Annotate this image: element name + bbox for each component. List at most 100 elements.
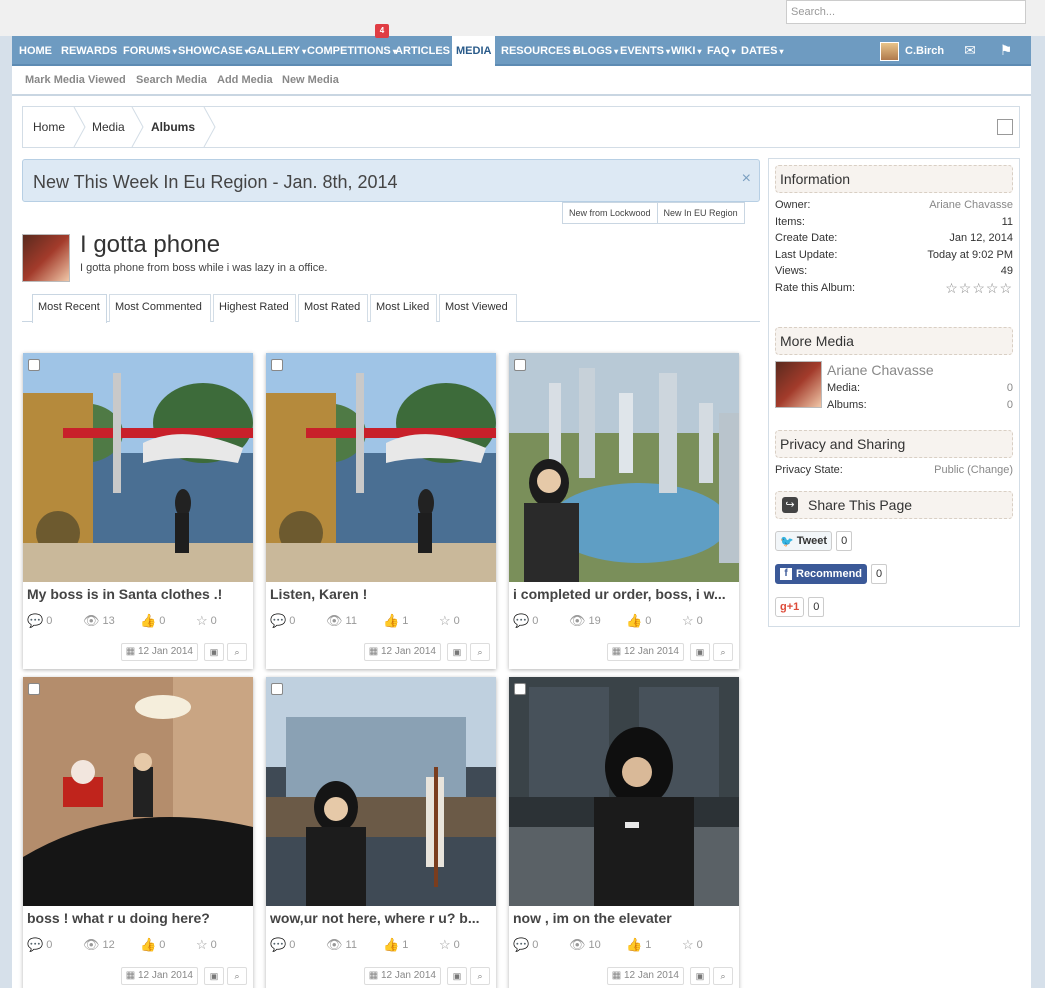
zoom-icon[interactable]: ⌕ (713, 967, 733, 985)
nav-item-showcase[interactable]: SHOWCASE ▾ (178, 36, 249, 66)
media-thumbnail[interactable] (509, 353, 739, 582)
tab-most-commented[interactable]: Most Commented (109, 294, 211, 322)
nav-item-faq[interactable]: FAQ ▾ (707, 36, 736, 66)
media-date: ▦ 12 Jan 2014 (120, 643, 198, 661)
nav-item-competitions[interactable]: COMPETITIONS ▾ (307, 36, 397, 66)
media-card[interactable]: i completed ur order, boss, i w... 💬 0 👁 1… (509, 353, 739, 669)
nav-item-rewards[interactable]: REWARDS (61, 36, 117, 66)
eye-icon: 👁 (83, 613, 100, 628)
album-avatar[interactable] (22, 234, 70, 282)
select-checkbox[interactable] (514, 683, 526, 695)
search-media-link[interactable]: Search Media (136, 74, 207, 86)
notice-tab-lockwood[interactable]: New from Lockwood (563, 203, 657, 223)
select-checkbox[interactable] (514, 359, 526, 371)
media-title[interactable]: now , im on the elevater (513, 910, 735, 926)
nav-item-media[interactable]: MEDIA (452, 36, 496, 66)
facebook-icon: f (780, 568, 792, 580)
nav-item-dates[interactable]: DATES ▾ (741, 36, 783, 66)
media-card[interactable]: Listen, Karen ! 💬 0 👁 11 👍 1 ☆ 0 ▦ 12 Jan 20… (266, 353, 496, 669)
nav-item-blogs[interactable]: BLOGS ▾ (573, 36, 618, 66)
breadcrumb-home[interactable]: Home (33, 120, 65, 134)
zoom-icon[interactable]: ⌕ (470, 643, 490, 661)
search-input[interactable]: Search... (786, 0, 1026, 24)
privacy-change-link[interactable]: Public (Change) (934, 464, 1013, 476)
add-media-link[interactable]: Add Media (217, 74, 273, 86)
breadcrumb-media[interactable]: Media (92, 120, 125, 134)
zoom-icon[interactable]: ⌕ (713, 643, 733, 661)
select-checkbox[interactable] (271, 683, 283, 695)
media-title[interactable]: Listen, Karen ! (270, 586, 492, 602)
nav-item-resources[interactable]: RESOURCES ▾ (501, 36, 577, 66)
nav-item-events[interactable]: EVENTS ▾ (620, 36, 670, 66)
copy-icon[interactable] (997, 119, 1013, 135)
tab-most-liked[interactable]: Most Liked (370, 294, 437, 322)
eye-icon: 👁 (83, 937, 100, 952)
close-icon[interactable]: × (742, 170, 751, 188)
media-thumbnail[interactable] (266, 677, 496, 906)
chevron-down-icon: ▾ (779, 47, 784, 56)
comments-count: 💬 0 (513, 613, 539, 628)
share-heading: ↪ Share This Page (775, 491, 1013, 519)
media-thumbnail[interactable] (23, 353, 253, 582)
envelope-icon[interactable]: ✉ (962, 42, 978, 58)
image-icon[interactable]: ▣ (447, 643, 467, 661)
notice-tab-eu-region[interactable]: New In EU Region (656, 203, 744, 223)
image-icon[interactable]: ▣ (204, 967, 224, 985)
breadcrumb-albums[interactable]: Albums (151, 120, 195, 134)
comments-icon: 💬 (513, 937, 530, 952)
media-thumbnail[interactable] (23, 677, 253, 906)
flag-icon[interactable]: ⚑ (998, 42, 1014, 58)
media-thumbnail[interactable] (266, 353, 496, 582)
zoom-icon[interactable]: ⌕ (227, 643, 247, 661)
media-thumbnail[interactable] (509, 677, 739, 906)
tab-highest-rated[interactable]: Highest Rated (213, 294, 296, 322)
nav-item-gallery[interactable]: GALLERY ▾ (248, 36, 306, 66)
new-media-link[interactable]: New Media (282, 74, 339, 86)
image-icon[interactable]: ▣ (204, 643, 224, 661)
user-menu[interactable]: C.Birch (880, 41, 944, 61)
owner-link[interactable]: Ariane Chavasse (929, 199, 1013, 211)
media-footer: ▦ 12 Jan 2014 ▣ ⌕ (363, 967, 490, 985)
select-checkbox[interactable] (271, 359, 283, 371)
media-title[interactable]: i completed ur order, boss, i w... (513, 586, 735, 602)
media-title[interactable]: My boss is in Santa clothes .! (27, 586, 249, 602)
nav-item-home[interactable]: HOME (19, 36, 52, 66)
notice-tabs: New from Lockwood New In EU Region (562, 202, 745, 224)
mark-media-viewed-link[interactable]: Mark Media Viewed (25, 74, 126, 86)
media-card[interactable]: My boss is in Santa clothes .! 💬 0 👁 13 👍 0… (23, 353, 253, 669)
nav-item-wiki[interactable]: WIKI ▾ (671, 36, 701, 66)
nav-item-articles[interactable]: ARTICLES▾ (395, 36, 456, 66)
select-checkbox[interactable] (28, 359, 40, 371)
tweet-button[interactable]: 🐦 Tweet (775, 531, 833, 551)
views-count: 👁 11 (326, 937, 357, 952)
media-card[interactable]: now , im on the elevater 💬 0 👁 10 👍 1 ☆ 0 ▦ … (509, 677, 739, 988)
owner-avatar[interactable] (775, 361, 822, 408)
privacy-state: Privacy State: Public (Change) (775, 464, 1013, 476)
owner-name[interactable]: Ariane Chavasse (827, 362, 934, 378)
eye-icon: 👁 (326, 613, 343, 628)
media-card[interactable]: boss ! what r u doing here? 💬 0 👁 12 👍 0 ☆ 0… (23, 677, 253, 988)
nav-item-forums[interactable]: FORUMS ▾ (123, 36, 177, 66)
image-icon[interactable]: ▣ (447, 967, 467, 985)
media-title[interactable]: boss ! what r u doing here? (27, 910, 249, 926)
recommend-button[interactable]: f Recommend (775, 564, 868, 584)
media-date: ▦ 12 Jan 2014 (606, 967, 684, 985)
select-checkbox[interactable] (28, 683, 40, 695)
media-footer: ▦ 12 Jan 2014 ▣ ⌕ (606, 967, 733, 985)
gplus-button[interactable]: g +1 (775, 597, 805, 617)
zoom-icon[interactable]: ⌕ (227, 967, 247, 985)
media-title[interactable]: wow,ur not here, where r u? b... (270, 910, 492, 926)
tab-most-viewed[interactable]: Most Viewed (439, 294, 517, 322)
thumbs-up-icon: 👍 (140, 937, 157, 952)
image-icon[interactable]: ▣ (690, 643, 710, 661)
media-date: ▦ 12 Jan 2014 (363, 967, 441, 985)
media-card[interactable]: wow,ur not here, where r u? b... 💬 0 👁 11 … (266, 677, 496, 988)
likes-count: 👍 0 (140, 613, 166, 628)
tab-most-recent[interactable]: Most Recent (32, 294, 107, 323)
tab-most-rated[interactable]: Most Rated (298, 294, 368, 322)
media-stats: 💬 0 👁 11 👍 1 ☆ 0 (270, 613, 492, 629)
zoom-icon[interactable]: ⌕ (470, 967, 490, 985)
image-icon[interactable]: ▣ (690, 967, 710, 985)
rating-stars[interactable]: ☆☆☆☆☆ (945, 280, 1013, 297)
thumbs-up-icon: 👍 (626, 613, 643, 628)
